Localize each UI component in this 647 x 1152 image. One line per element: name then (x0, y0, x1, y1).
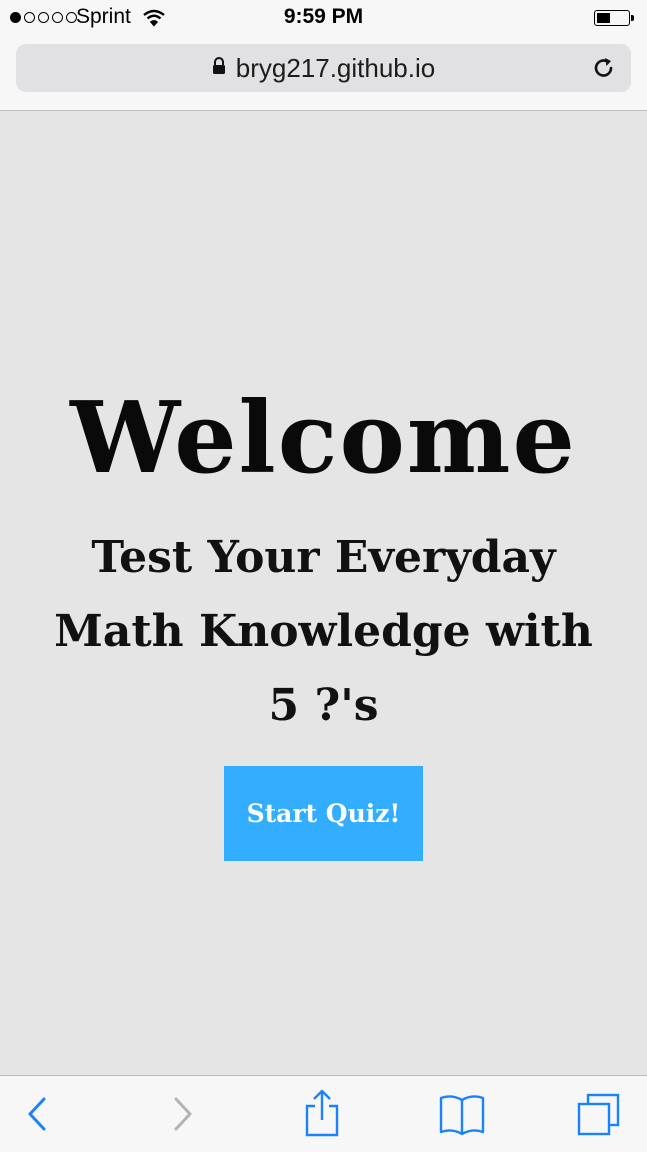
start-quiz-button[interactable]: Start Quiz! (224, 766, 423, 861)
page-content: Welcome Test Your Everyday Math Knowledg… (0, 111, 647, 1075)
status-time: 9:59 PM (283, 5, 364, 28)
back-icon[interactable] (24, 1094, 52, 1139)
bookmarks-icon[interactable] (438, 1092, 486, 1141)
reload-icon[interactable] (591, 55, 617, 86)
status-bar: Sprint 9:59 PM (0, 0, 647, 36)
url-text: bryg217.github.io (235, 52, 436, 83)
tabs-icon[interactable] (576, 1092, 622, 1143)
battery-icon (594, 10, 634, 26)
address-bar[interactable]: bryg217.github.io (16, 44, 631, 92)
forward-icon[interactable] (168, 1094, 196, 1139)
page-title: Welcome (70, 381, 577, 496)
browser-toolbar (0, 1075, 647, 1152)
lock-icon (212, 56, 226, 80)
browser-chrome: Sprint 9:59 PM bryg217.github.io (0, 0, 647, 111)
share-icon[interactable] (302, 1088, 342, 1143)
page-subtitle: Test Your Everyday Math Knowledge with 5… (54, 532, 593, 731)
